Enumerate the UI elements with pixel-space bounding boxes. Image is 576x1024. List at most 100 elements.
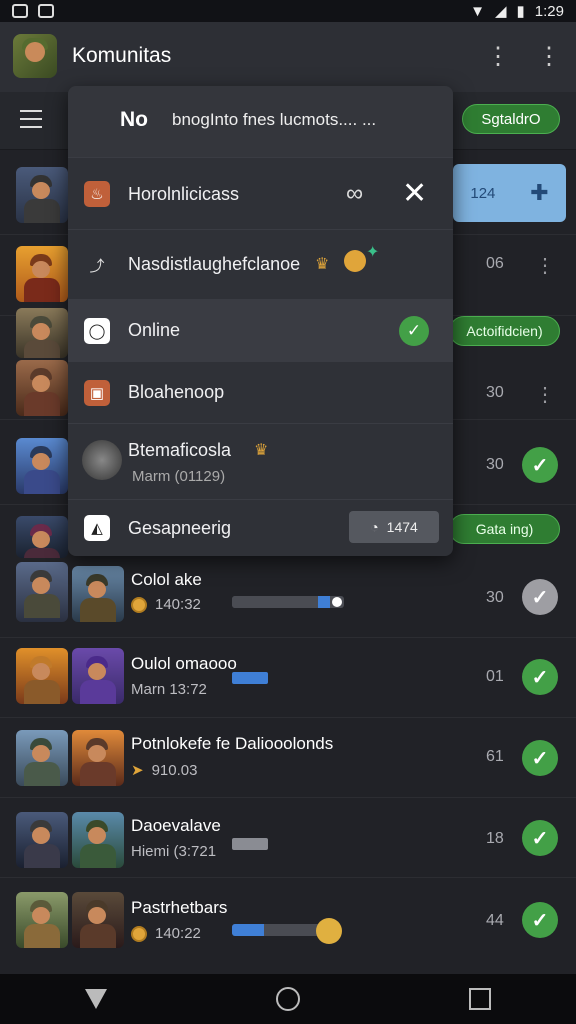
link-icon: ⤴ [89,257,105,275]
crown-icon: ♛ [315,256,330,273]
popup-header: No bnogInto fnes lucmots.... ... [68,86,453,158]
avatar [16,308,68,358]
row-name: Oulol omaooo [131,654,237,673]
popup-item-label: Btemaficosla [128,440,232,460]
blue-card-value: 124 [470,184,496,202]
row-name: Colol ake [131,570,202,589]
avatar [16,438,68,494]
list-item[interactable]: Pastrhetbars 140:22 44 ✓ [0,880,576,960]
avatar [16,562,68,622]
check-icon[interactable]: ✓ [522,659,558,695]
row-count: 30 [486,589,504,606]
row-count: 44 [486,912,504,929]
avatar [16,246,68,302]
row-sub: 140:22 [131,925,201,942]
plus-icon[interactable]: ✚ [530,180,548,206]
game-thumbnail [72,648,124,704]
avatar [16,167,68,223]
popup-item-label: Gesapneerig [128,518,232,538]
avatar [16,360,68,416]
popup-item[interactable]: ◭ Gesapneerig ◔ 1474 [68,500,453,556]
progress-bar[interactable] [232,924,322,936]
popup-item-online[interactable]: ◯ Online ✓ [68,300,453,362]
game-thumbnail [72,812,124,868]
popup-header-prefix: No [120,108,148,131]
progress-bar[interactable] [232,596,344,608]
row-sub: 140:32 [131,596,201,613]
recents-icon[interactable] [469,988,492,1010]
hamburger-menu-icon[interactable] [20,110,42,128]
list-item[interactable]: Daoevalave Hiemi (3:721 18 ✓ [0,798,576,878]
notification-icon [12,4,28,18]
game-thumbnail [72,892,124,948]
signal-icon: ◢ [494,3,507,20]
check-icon[interactable]: ✓ [522,447,558,483]
row-count: 06 [486,255,504,272]
popup-item-label: Horolnlicicass [128,184,240,204]
status-badge-label: Gata ing) [475,521,534,537]
sparkle-icon: ✦ [366,244,380,261]
status-chip [232,672,268,684]
emoji-icon [316,918,342,944]
popup-item[interactable]: ⤴ Nasdistlaughefclanoe ♛ ✦ [68,230,453,300]
avatar[interactable] [13,34,57,78]
row-sub: ➤ 910.03 [131,761,197,780]
emoji-icon [344,250,366,272]
more-icon[interactable]: ⋮ [535,382,555,407]
message-icon: ◔ [370,519,379,535]
row-name: Daoevalave [131,816,221,835]
popup-menu: No bnogInto fnes lucmots.... ... ♨ Horol… [68,86,453,556]
system-nav-bar [0,974,576,1024]
fire-icon: ♨ [84,181,110,207]
check-icon[interactable]: ✓ [399,316,429,346]
more-icon[interactable]: ⋮ [535,253,555,278]
app-bar: Komunitas ⋮ ⋮ [0,22,576,92]
status-badge[interactable]: Gata ing) [449,514,560,544]
list-item[interactable]: Oulol omaooo Marn 13:72 01 ✓ [0,638,576,718]
crown-icon: ♛ [254,442,269,459]
check-icon[interactable]: ✓ [522,902,558,938]
home-icon[interactable] [275,987,300,1011]
popup-item-label: Nasdistlaughefclanoe [128,254,301,274]
row-time: 140:22 [155,925,201,942]
game-thumbnail [72,730,124,786]
check-icon[interactable]: ✓ [522,579,558,615]
more-icon[interactable]: ⋮ [486,42,510,72]
overflow-menu-icon[interactable]: ⋮ [537,42,561,72]
popup-item-sublabel: Marm (01129) [132,468,226,485]
status-badge[interactable]: Actoifidcien) [449,316,560,346]
notification-icon [38,4,54,18]
infinity-icon[interactable]: ∞ [346,180,363,208]
message-count: 1474 [386,519,418,535]
back-icon[interactable] [84,989,107,1009]
filter-button[interactable]: SgtaldrO [462,104,560,134]
avatar [16,892,68,948]
circle-icon: ◯ [84,318,110,344]
popup-item[interactable]: Btemaficosla ♛ Marm (01129) [68,424,453,500]
close-icon[interactable]: ✕ [402,176,427,211]
avatar [82,440,122,480]
message-badge[interactable]: ◔ 1474 [349,511,439,543]
row-count: 61 [486,748,504,765]
row-count: 30 [486,384,504,401]
list-item[interactable]: Potnlokefe fe Daliooolonds ➤ 910.03 61 ✓ [0,718,576,798]
coin-icon [131,925,147,942]
list-item[interactable]: Colol ake 140:32 30 ✓ [0,558,576,638]
clock: 1:29 [534,2,564,20]
check-icon[interactable]: ✓ [522,740,558,776]
game-thumbnail [72,566,124,622]
popup-item-label: Bloahenoop [128,382,225,402]
check-icon[interactable]: ✓ [522,820,558,856]
row-name: Potnlokefe fe Daliooolonds [131,734,334,753]
avatar [16,730,68,786]
popup-item-label: Online [128,320,181,340]
popup-item[interactable]: ▣ Bloahenoop [68,362,453,424]
wifi-icon: ▼ [470,2,485,20]
row-count: 18 [486,830,504,847]
row-time: 140:32 [155,596,201,613]
avatar [16,812,68,868]
popup-header-text: bnogInto fnes lucmots.... ... [172,110,377,129]
popup-item[interactable]: ♨ Horolnlicicass ∞ ✕ [68,158,453,230]
blue-card[interactable]: 124 ✚ [453,164,566,222]
status-bar: ▼ ◢ ▮ 1:29 [0,0,576,22]
